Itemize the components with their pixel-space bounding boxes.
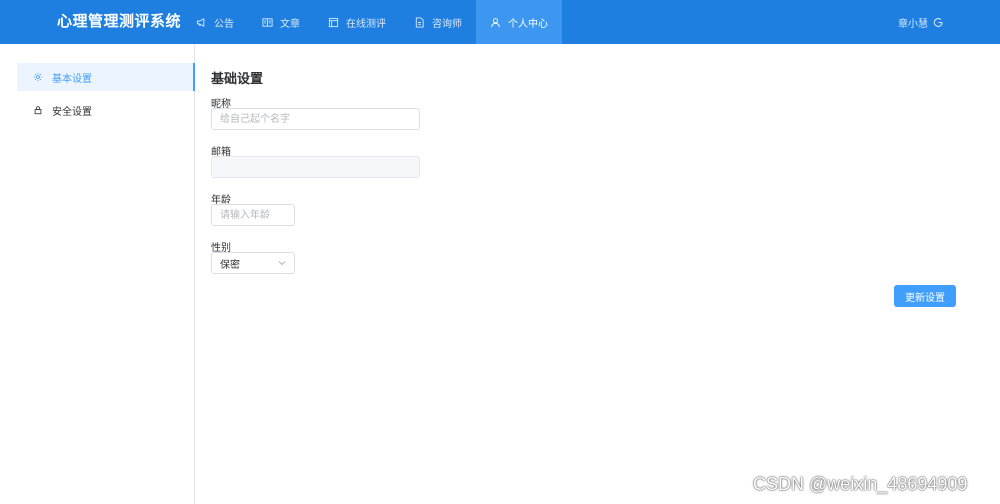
book-icon [262, 17, 273, 27]
chevron-down-icon [278, 261, 286, 266]
nav-item-announcements[interactable]: 公告 [182, 0, 248, 44]
email-field[interactable] [211, 156, 420, 178]
age-input[interactable] [211, 204, 295, 226]
app-title: 心理管理测评系统 [57, 13, 182, 30]
nav-item-personal-center[interactable]: 个人中心 [476, 0, 562, 44]
clipboard-icon [328, 17, 339, 27]
watermark: CSDN @weixin_48694909 [753, 474, 968, 494]
nav-item-counselors[interactable]: 咨询师 [400, 0, 476, 44]
nav-label: 公告 [214, 18, 234, 30]
nav-item-articles[interactable]: 文章 [248, 0, 314, 44]
main-nav: 公告 文章 在线测评 咨询师 个人中心 [182, 0, 562, 44]
lock-icon [34, 106, 42, 115]
power-icon[interactable] [933, 17, 944, 28]
nav-label: 个人中心 [508, 18, 548, 30]
nav-item-online-assessment[interactable]: 在线测评 [314, 0, 400, 44]
megaphone-icon [196, 17, 205, 27]
user-icon [491, 17, 500, 27]
sidebar-item-basic-settings[interactable]: 基本设置 [17, 63, 195, 91]
sidebar-item-label: 基本设置 [52, 73, 92, 85]
top-navbar: 心理管理测评系统 公告 文章 在线测评 咨询师 个人中心 章小慧 [0, 0, 1000, 44]
gear-icon [33, 72, 43, 82]
document-icon [415, 16, 424, 28]
sidebar-item-label: 安全设置 [52, 106, 92, 118]
gender-select-value: 保密 [220, 259, 240, 271]
gender-select[interactable]: 保密 [211, 252, 295, 274]
user-name: 章小慧 [898, 18, 928, 30]
settings-sidebar: 基本设置 安全设置 [0, 44, 195, 504]
nickname-input[interactable] [211, 108, 420, 130]
page-title: 基础设置 [211, 71, 264, 86]
user-menu[interactable]: 章小慧 [898, 0, 944, 44]
nav-label: 文章 [280, 18, 300, 30]
nav-label: 咨询师 [432, 18, 462, 30]
nav-label: 在线测评 [346, 18, 386, 30]
update-settings-button[interactable]: 更新设置 [894, 285, 956, 307]
sidebar-item-security-settings[interactable]: 安全设置 [17, 96, 195, 124]
